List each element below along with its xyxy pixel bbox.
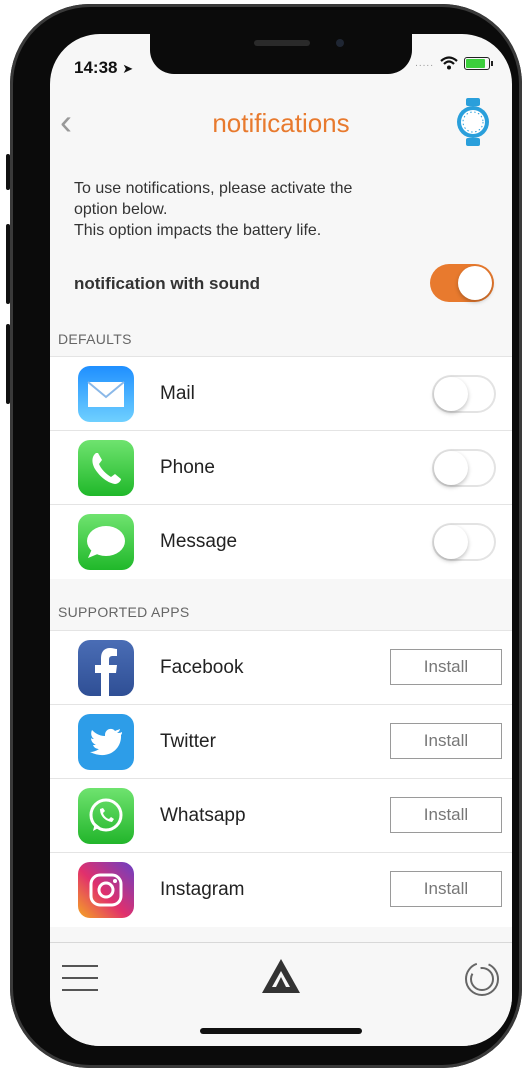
mail-icon — [78, 366, 134, 422]
bottom-tab-bar — [50, 942, 512, 1046]
default-row-message: Message — [50, 504, 512, 579]
supported-header: SUPPORTED APPS — [58, 604, 190, 620]
app-label-facebook: Facebook — [160, 657, 244, 678]
mail-toggle[interactable] — [432, 375, 496, 413]
camera — [336, 39, 344, 47]
status-time: 14:38 ➤ — [74, 58, 133, 78]
phone-toggle[interactable] — [432, 449, 496, 487]
app-row-twitter: Twitter Install — [50, 704, 512, 779]
app-label-whatsapp: Whatsapp — [160, 805, 246, 826]
facebook-install-button[interactable]: Install — [390, 649, 502, 685]
phone-icon — [78, 440, 134, 496]
screen: 14:38 ➤ ..... ‹ notifications To use not… — [50, 34, 512, 1046]
wifi-icon — [440, 56, 458, 70]
watch-icon[interactable] — [456, 98, 490, 146]
twitter-install-button[interactable]: Install — [390, 723, 502, 759]
status-indicators: ..... — [415, 56, 493, 70]
instagram-install-button[interactable]: Install — [390, 871, 502, 907]
instagram-icon — [78, 862, 134, 918]
battery-icon — [464, 56, 493, 70]
app-row-facebook: Facebook Install — [50, 630, 512, 705]
default-label-phone: Phone — [160, 457, 215, 478]
mute-switch — [6, 154, 10, 190]
whatsapp-install-button[interactable]: Install — [390, 797, 502, 833]
message-icon — [78, 514, 134, 570]
location-arrow-icon: ➤ — [122, 61, 134, 76]
speaker — [254, 40, 310, 46]
volume-up-button — [6, 224, 10, 304]
phone-frame: 14:38 ➤ ..... ‹ notifications To use not… — [6, 4, 522, 1068]
twitter-icon — [78, 714, 134, 770]
app-row-instagram: Instagram Install — [50, 852, 512, 927]
default-label-mail: Mail — [160, 383, 195, 404]
menu-icon[interactable] — [62, 965, 98, 1001]
status-time-text: 14:38 — [74, 58, 118, 77]
whatsapp-icon — [78, 788, 134, 844]
app-label-instagram: Instagram — [160, 879, 245, 900]
sound-toggle[interactable] — [430, 264, 494, 302]
defaults-header: DEFAULTS — [58, 331, 132, 347]
volume-down-button — [6, 324, 10, 404]
default-row-mail: Mail — [50, 356, 512, 431]
page-title: notifications — [212, 108, 350, 138]
home-indicator[interactable] — [200, 1028, 362, 1034]
facebook-icon — [78, 640, 134, 696]
notch — [150, 34, 412, 74]
sound-label: notification with sound — [74, 274, 261, 293]
sync-spinner-icon[interactable] — [462, 959, 502, 999]
signal-dots: ..... — [415, 57, 434, 69]
default-label-message: Message — [160, 531, 238, 552]
default-row-phone: Phone — [50, 430, 512, 505]
app-label-twitter: Twitter — [160, 731, 216, 752]
app-row-whatsapp: Whatsapp Install — [50, 778, 512, 853]
message-toggle[interactable] — [432, 523, 496, 561]
triangle-logo-icon[interactable] — [260, 957, 302, 995]
intro-text: To use notifications, please activate th… — [74, 180, 353, 239]
